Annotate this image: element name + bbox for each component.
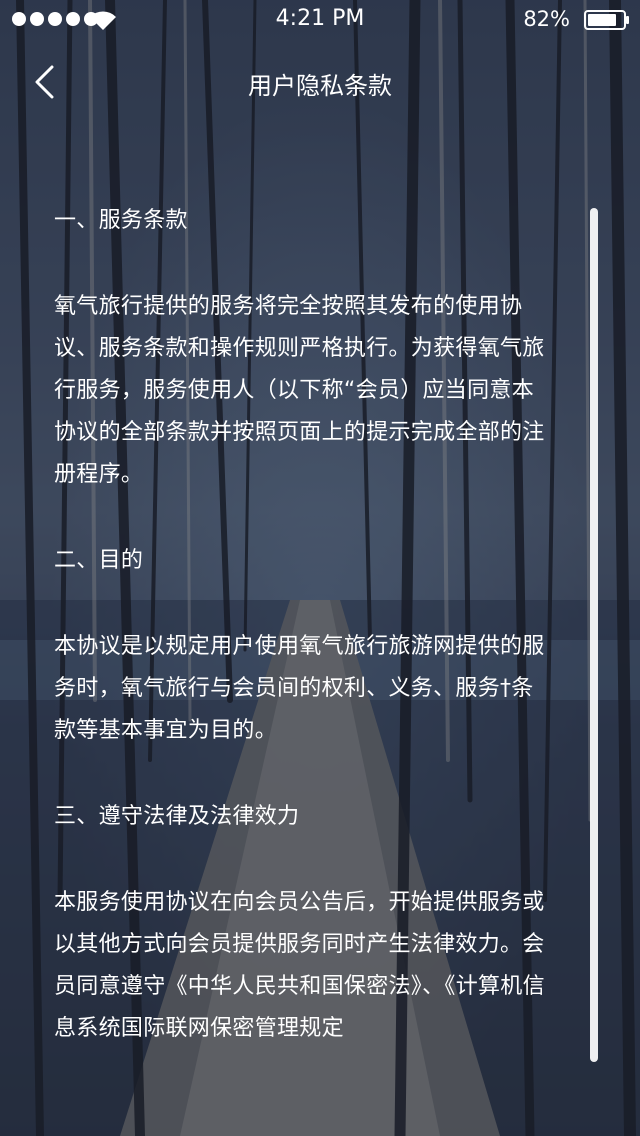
scrollbar[interactable]	[590, 208, 598, 1062]
section-title-purpose: 二、目的	[54, 548, 144, 573]
nav-bar: 用户隐私条款	[0, 40, 640, 128]
terms-content[interactable]: 一、服务条款 氧气旅行提供的服务将完全按照其发布的使用协议、服务条款和操作规则严…	[54, 200, 554, 1050]
battery-percent: 82%	[523, 7, 570, 31]
section-title-service-terms: 一、服务条款	[54, 208, 188, 233]
section-body-legal-effect: 本服务使用协议在向会员公告后，开始提供服务或以其他方式向会员提供服务同时产生法律…	[54, 890, 545, 1041]
battery-icon	[584, 10, 629, 30]
page-title: 用户隐私条款	[248, 72, 392, 100]
section-body-purpose: 本协议是以规定用户使用氧气旅行旅游网提供的服务时，氧气旅行与会员间的权利、义务、…	[54, 634, 545, 743]
screen: 4:21 PM 82% 用户隐私条款 一、服务条款 氧气旅行提供的服务将完全按照…	[0, 0, 640, 1136]
section-title-legal-effect: 三、遵守法律及法律效力	[54, 804, 300, 829]
status-bar: 4:21 PM 82%	[0, 0, 640, 40]
section-body-service-terms: 氧气旅行提供的服务将完全按照其发布的使用协议、服务条款和操作规则严格执行。为获得…	[54, 294, 545, 487]
